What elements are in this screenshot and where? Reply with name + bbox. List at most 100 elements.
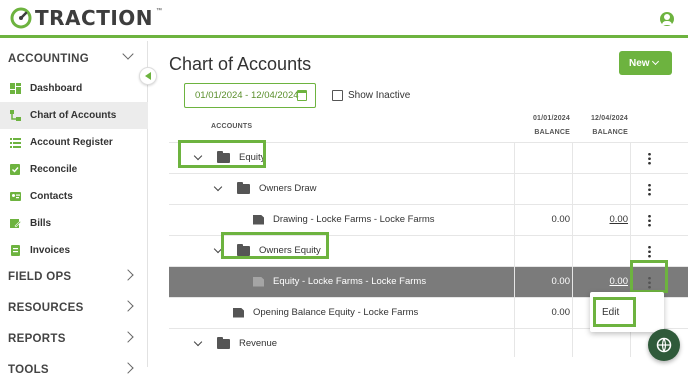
- traction-logo[interactable]: TRACTION ™: [10, 6, 162, 30]
- header-balance-end-date: 12/04/2024: [590, 115, 628, 122]
- chevron-down-icon[interactable]: [193, 337, 203, 347]
- sidebar-section-resources[interactable]: RESOURCES: [0, 293, 148, 323]
- sidebar: ACCOUNTING Dashboard Chart of Accounts A…: [0, 41, 148, 376]
- sidebar-section-label: ACCOUNTING: [8, 53, 89, 65]
- new-button[interactable]: New: [619, 51, 672, 75]
- chevron-down-icon: [122, 48, 134, 60]
- contacts-icon: [10, 192, 21, 201]
- sidebar-item-chart-of-accounts[interactable]: Chart of Accounts: [0, 102, 148, 129]
- new-button-label: New: [629, 57, 650, 69]
- header-balance-end: 12/04/2024 BALANCE: [591, 114, 628, 138]
- bills-icon: [10, 219, 21, 228]
- sidebar-item-label: Bills: [30, 218, 52, 229]
- sidebar-section-label: REPORTS: [8, 333, 66, 345]
- chat-assistant-icon: [656, 337, 672, 353]
- logo-text: TRACTION: [35, 6, 154, 30]
- header-balance-start: 01/01/2024 BALANCE: [533, 114, 570, 138]
- table-row[interactable]: Drawing - Locke Farms - Locke Farms 0.00…: [169, 204, 688, 235]
- account-name-cell: Opening Balance Equity - Locke Farms: [233, 307, 418, 318]
- show-inactive-toggle[interactable]: Show Inactive: [332, 90, 410, 101]
- account-name-cell: Owners Draw: [213, 181, 317, 194]
- table-row[interactable]: Revenue: [169, 328, 688, 359]
- dashboard-icon: [10, 83, 21, 94]
- logo-trademark: ™: [156, 8, 163, 14]
- sidebar-section-field-ops[interactable]: FIELD OPS: [0, 262, 148, 292]
- reconcile-icon: [10, 164, 20, 175]
- account-name: Equity - Locke Farms - Locke Farms: [273, 276, 427, 287]
- table-header: ACCOUNTS 01/01/2024 BALANCE 12/04/2024 B…: [169, 110, 688, 142]
- top-bar: TRACTION ™: [0, 0, 688, 38]
- account-name-cell: Equity - Locke Farms - Locke Farms: [253, 276, 426, 287]
- more-options-icon[interactable]: [648, 152, 651, 165]
- sidebar-item-contacts[interactable]: Contacts: [0, 183, 148, 210]
- account-name-cell: Revenue: [193, 336, 278, 349]
- menu-item-edit[interactable]: Edit: [593, 297, 636, 327]
- chevron-down-icon: [651, 57, 660, 66]
- calendar-icon: [297, 90, 307, 101]
- sidebar-item-dashboard[interactable]: Dashboard: [0, 75, 148, 102]
- sidebar-item-label: Invoices: [30, 245, 71, 256]
- folder-icon: [217, 336, 230, 349]
- column-divider: [514, 142, 515, 357]
- sidebar-item-label: Dashboard: [30, 83, 83, 94]
- more-options-icon[interactable]: [648, 214, 651, 227]
- account-name: Opening Balance Equity - Locke Farms: [253, 307, 419, 318]
- header-balance-start-date: 01/01/2024: [532, 115, 570, 122]
- account-icon: [233, 307, 244, 318]
- account-name: Owners Draw: [259, 183, 317, 194]
- chevron-right-icon: [122, 362, 134, 374]
- chevron-right-icon: [122, 331, 134, 343]
- sidebar-section-accounting[interactable]: ACCOUNTING: [0, 44, 148, 74]
- table-row[interactable]: Owners Draw: [169, 173, 688, 204]
- account-name: Revenue: [239, 338, 278, 349]
- chart-of-accounts-icon: [10, 110, 21, 121]
- account-name: Drawing - Locke Farms - Locke Farms: [273, 214, 435, 225]
- date-range-picker[interactable]: 01/01/2024 - 12/04/2024: [184, 83, 316, 108]
- sidebar-section-reports[interactable]: REPORTS: [0, 324, 148, 354]
- sidebar-section-label: RESOURCES: [8, 302, 84, 314]
- help-button[interactable]: [648, 329, 680, 361]
- balance-start: 0.00: [551, 276, 571, 287]
- balance-start: 0.00: [551, 214, 571, 225]
- account-icon: [253, 276, 264, 287]
- header-balance-start-label: BALANCE: [534, 129, 570, 136]
- sidebar-item-reconcile[interactable]: Reconcile: [0, 156, 148, 183]
- more-options-icon[interactable]: [648, 245, 651, 258]
- folder-icon: [237, 181, 250, 194]
- sidebar-item-account-register[interactable]: Account Register: [0, 129, 148, 156]
- header-accounts: ACCOUNTS: [211, 123, 253, 130]
- column-divider: [572, 142, 573, 357]
- date-range-value: 01/01/2024 - 12/04/2024: [195, 90, 299, 101]
- balance-end-link[interactable]: 0.00: [610, 214, 629, 225]
- show-inactive-label: Show Inactive: [348, 90, 411, 101]
- sidebar-section-tools[interactable]: TOOLS: [0, 355, 148, 385]
- highlight-more-options: [630, 260, 668, 293]
- more-options-icon[interactable]: [648, 183, 651, 196]
- context-menu: Edit: [590, 292, 664, 332]
- show-inactive-checkbox[interactable]: [332, 90, 343, 101]
- sidebar-section-label: FIELD OPS: [8, 271, 72, 283]
- sidebar-item-label: Chart of Accounts: [30, 110, 117, 121]
- sidebar-item-label: Account Register: [30, 137, 113, 148]
- list-icon: [10, 138, 21, 148]
- speedometer-icon: [10, 7, 32, 29]
- sidebar-item-bills[interactable]: Bills: [0, 210, 148, 237]
- invoices-icon: [11, 245, 20, 256]
- highlight-equity: [178, 140, 266, 168]
- sidebar-item-label: Reconcile: [30, 164, 78, 175]
- user-account-icon[interactable]: [660, 12, 674, 26]
- header-balance-end-label: BALANCE: [592, 129, 628, 136]
- balance-end-link[interactable]: 0.00: [610, 276, 629, 287]
- account-name-cell: Drawing - Locke Farms - Locke Farms: [253, 214, 435, 225]
- chevron-right-icon: [122, 269, 134, 281]
- collapse-sidebar-button[interactable]: [139, 67, 157, 85]
- menu-item-label: Edit: [602, 306, 620, 318]
- chevron-down-icon[interactable]: [213, 182, 223, 192]
- sidebar-section-label: TOOLS: [8, 364, 49, 376]
- sidebar-item-invoices[interactable]: Invoices: [0, 237, 148, 264]
- page-title: Chart of Accounts: [169, 54, 312, 74]
- highlight-owners-equity: [221, 232, 329, 259]
- balance-start: 0.00: [551, 307, 571, 318]
- sidebar-item-label: Contacts: [30, 191, 73, 202]
- chevron-right-icon: [122, 300, 134, 312]
